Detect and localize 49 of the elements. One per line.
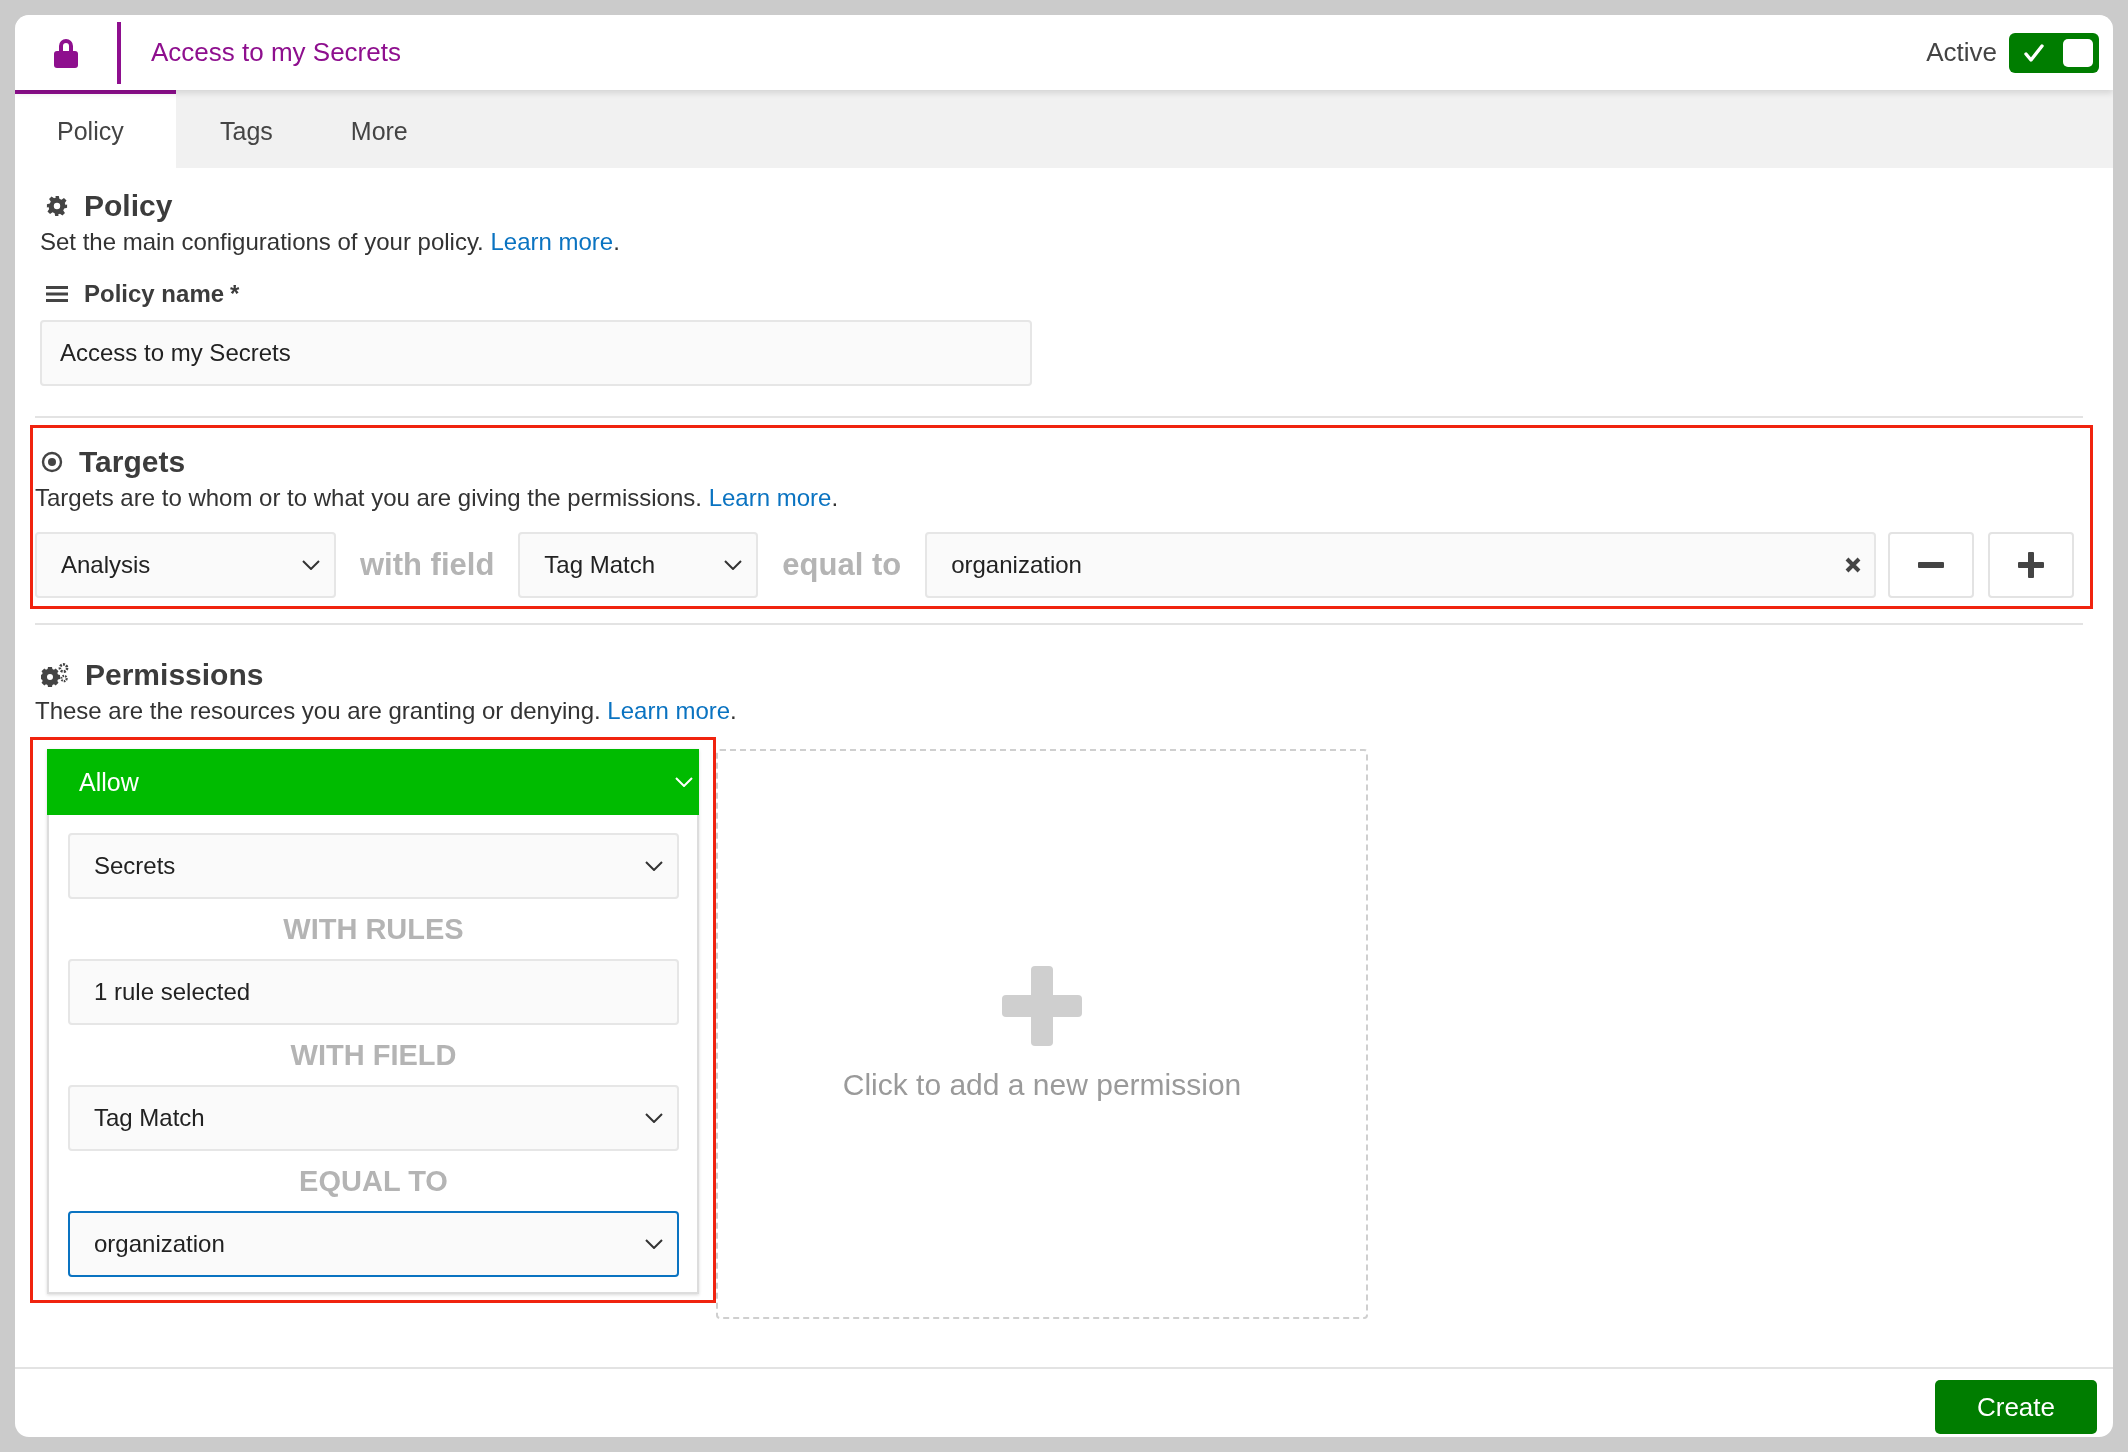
gear-icon [46,195,68,217]
learn-more-link[interactable]: Learn more [490,228,614,255]
section-description: Set the main configurations of your policy. Learn more. [40,228,621,256]
dropdown[interactable]: organization [68,1211,679,1277]
create-button[interactable]: Create [1935,1380,2097,1434]
chevron-down-icon [302,560,320,570]
chevron-down-icon [645,1113,663,1123]
section-description: These are the resources you are granting or denying. Learn more. [35,697,738,725]
section-description: Targets are to whom or to what you are giving the permissions. Learn more. [35,484,840,512]
rules-field[interactable]: 1 rule selected [68,959,679,1025]
chevron-down-icon [645,861,663,871]
learn-more-link[interactable]: Learn more [607,697,731,724]
connector-label: with field [359,547,496,583]
target-icon [41,451,63,473]
plus-icon [1002,966,1082,1046]
section-heading: Targets [79,445,186,479]
section-heading: Policy [84,189,173,223]
dropdown[interactable]: Tag Match [68,1085,679,1151]
dropdown[interactable]: Analysis [35,532,336,598]
plus-icon [2018,552,2044,578]
chevron-down-icon [724,560,743,570]
tab[interactable]: More [308,90,444,168]
connector-label: equal to [781,547,903,583]
policy-name-input[interactable]: Access to my Secrets [40,320,1032,386]
menu-lines-icon [46,285,68,303]
chevron-down-icon [675,777,693,787]
active-toggle[interactable] [2009,32,2099,73]
dropdown[interactable]: Tag Match [518,532,759,598]
remove-button[interactable] [1888,532,1974,598]
policy-title: Access to my Secrets [151,37,402,68]
gears-icon [41,663,69,687]
section-label: WITH RULES [282,913,465,947]
section-label: EQUAL TO [298,1165,449,1199]
section-label: WITH FIELD [289,1039,458,1073]
dropdown[interactable]: Secrets [68,833,679,899]
minus-icon [1918,562,1944,568]
field-label: Policy name [84,280,225,308]
chevron-down-icon [645,1239,663,1249]
required-mark: * [230,280,240,308]
section-heading: Permissions [85,658,264,692]
tab[interactable]: Policy [15,90,176,168]
active-label: Active [1926,37,1997,68]
learn-more-link[interactable]: Learn more [708,484,832,511]
value-field[interactable]: organization [925,532,1876,598]
clear-icon[interactable] [1844,556,1862,574]
tab[interactable]: Tags [176,90,309,168]
add-button[interactable] [1988,532,2074,598]
lock-icon [53,36,79,69]
check-icon [2023,42,2045,63]
